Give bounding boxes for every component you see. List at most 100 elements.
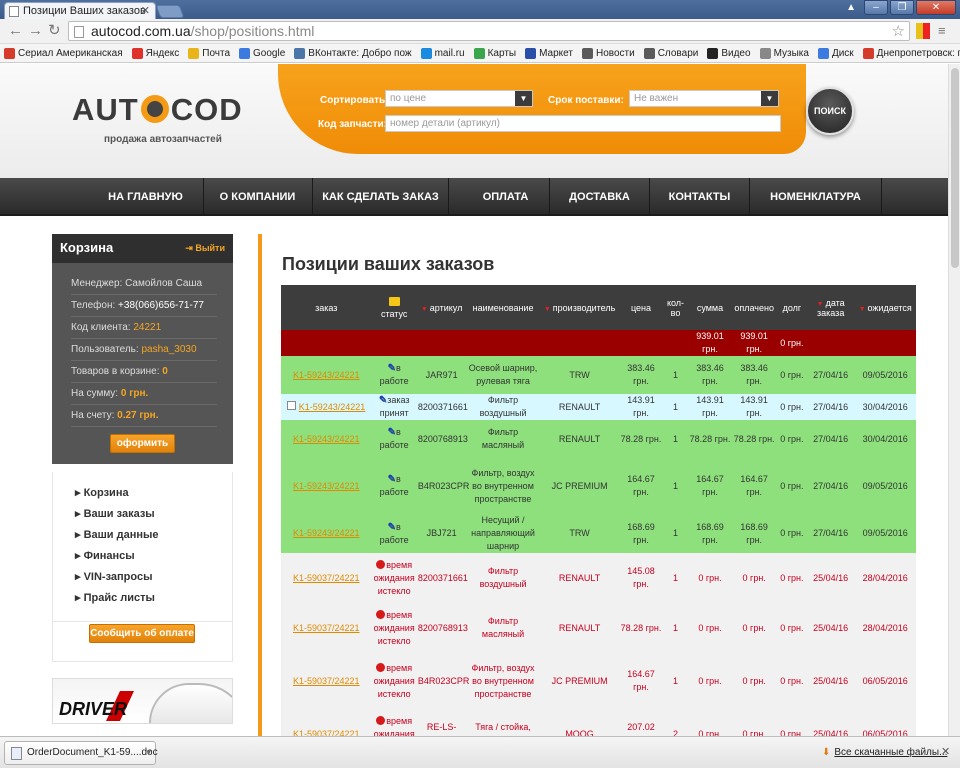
bookmark-star-icon[interactable]: ☆: [892, 22, 905, 40]
scrollbar-thumb[interactable]: [951, 68, 959, 268]
cell-expected: 30/04/2016: [854, 420, 916, 458]
menu-icon[interactable]: ≡: [938, 23, 946, 38]
bookmark-item[interactable]: Музыка: [759, 47, 809, 59]
order-link[interactable]: K1-59037/24221: [293, 573, 360, 583]
cell-paid: 0 грн.: [731, 603, 777, 653]
menu-item[interactable]: О КОМПАНИИ: [203, 178, 313, 216]
site-logo[interactable]: AUT COD: [72, 92, 243, 128]
bookmark-item[interactable]: mail.ru: [420, 47, 465, 59]
car-image: [149, 683, 232, 723]
menu-item[interactable]: НОМЕНКЛАТУРА: [750, 178, 882, 216]
column-header[interactable]: ▼ производитель: [539, 285, 620, 330]
sidebar-link[interactable]: Финансы: [75, 549, 135, 562]
sidebar-link[interactable]: Ваши заказы: [75, 507, 155, 520]
checkout-button[interactable]: оформить: [110, 434, 175, 453]
cell-status: ✎в работе: [371, 420, 417, 458]
column-header[interactable]: ▼ артикул: [416, 285, 467, 330]
total-cell: [371, 330, 417, 356]
browser-tab[interactable]: Позиции Ваших заказов ✕: [4, 2, 156, 19]
column-header[interactable]: ▼ ожидается: [854, 285, 916, 330]
cell-name: Фильтр воздушный: [466, 553, 540, 603]
sidebar-link[interactable]: VIN-запросы: [75, 570, 153, 583]
column-header[interactable]: кол-во: [662, 285, 689, 330]
menu-item[interactable]: ДОСТАВКА: [550, 178, 650, 216]
chevron-down-icon[interactable]: ▾: [146, 747, 151, 758]
close-window-button[interactable]: ✕: [916, 0, 956, 15]
cell-sum: 143.91 грн.: [688, 394, 732, 420]
sort-select[interactable]: по цене ▼: [385, 90, 533, 107]
table-row: K1-59243/24221 ✎заказ принят 8200371661 Фил…: [281, 394, 916, 420]
user-icon[interactable]: ▲: [846, 2, 856, 13]
sidebar-link[interactable]: Прайс листы: [75, 591, 155, 604]
url-field[interactable]: autocod.com.ua/shop/positions.html ☆: [68, 21, 910, 41]
cell-name: Фильтр масляный: [466, 603, 540, 653]
pencil-icon: ✎: [387, 427, 396, 438]
delivery-select[interactable]: Не важен ▼: [629, 90, 779, 107]
order-link[interactable]: K1-59243/24221: [293, 481, 360, 491]
all-downloads-link[interactable]: Все скачанные файлы...: [822, 747, 947, 758]
cell-name: Тяга / стойка, стабилизатор: [466, 709, 540, 736]
bookmark-item[interactable]: Видео: [707, 47, 751, 59]
column-header[interactable]: цена: [619, 285, 663, 330]
bookmark-item[interactable]: Почта: [188, 47, 230, 59]
new-tab-button[interactable]: [155, 5, 185, 18]
menu-item[interactable]: КОНТАКТЫ: [650, 178, 750, 216]
column-header[interactable]: ▼ дата заказа: [806, 285, 855, 330]
column-header[interactable]: наименование: [466, 285, 540, 330]
forward-arrow-icon[interactable]: →: [28, 23, 43, 38]
column-header[interactable]: сумма: [688, 285, 732, 330]
row-checkbox[interactable]: [287, 400, 297, 410]
maximize-button[interactable]: ❐: [890, 0, 914, 15]
promo-banner[interactable]: DRIVER: [52, 678, 233, 724]
bookmark-item[interactable]: Новости: [581, 47, 635, 59]
bookmark-item[interactable]: Диск: [817, 47, 854, 59]
bookmark-item[interactable]: Днепропетровск: горо: [862, 47, 960, 59]
sidebar-link[interactable]: Ваши данные: [75, 528, 159, 541]
close-tab-icon[interactable]: ✕: [141, 4, 150, 17]
part-code-input[interactable]: номер детали (артикул): [385, 115, 781, 132]
bookmark-item[interactable]: Google: [239, 47, 285, 59]
cell-price: 78.28 грн.: [619, 420, 663, 458]
menu-item[interactable]: ОПЛАТА: [462, 178, 550, 216]
bookmark-item[interactable]: ВКонтакте: Добро пож: [294, 47, 412, 59]
column-header[interactable]: заказ: [281, 285, 372, 330]
minimize-button[interactable]: –: [864, 0, 888, 15]
total-cell: [854, 330, 916, 356]
scrollbar[interactable]: [948, 64, 960, 736]
report-payment-button[interactable]: Сообщить об оплате: [89, 624, 195, 643]
search-button[interactable]: ПОИСК: [806, 87, 854, 135]
cell-sum: 0 грн.: [688, 553, 732, 603]
download-item[interactable]: OrderDocument_K1-59....doc ▾: [4, 741, 158, 765]
bookmark-item[interactable]: Яндекс: [131, 47, 179, 59]
bookmark-item[interactable]: Словари: [643, 47, 698, 59]
order-link[interactable]: K1-59243/24221: [293, 370, 360, 380]
order-link[interactable]: K1-59037/24221: [293, 729, 360, 737]
bookmark-item[interactable]: Маркет: [525, 47, 573, 59]
cell-maker: RENAULT: [539, 394, 620, 420]
bookmark-label: mail.ru: [434, 47, 465, 59]
logout-link[interactable]: ⇥ Выйти: [185, 243, 225, 254]
sidebar-link[interactable]: Корзина: [75, 486, 129, 499]
column-header[interactable]: статус: [371, 285, 417, 330]
column-header[interactable]: долг: [776, 285, 807, 330]
cell-date: 25/04/16: [806, 553, 855, 603]
column-label: наименование: [472, 302, 534, 313]
order-link[interactable]: K1-59243/24221: [299, 402, 366, 412]
order-link[interactable]: K1-59243/24221: [293, 528, 360, 538]
order-link[interactable]: K1-59037/24221: [293, 676, 360, 686]
menu-item[interactable]: КАК СДЕЛАТЬ ЗАКАЗ: [313, 178, 449, 216]
order-link[interactable]: K1-59037/24221: [293, 623, 360, 633]
cell-paid: 0 грн.: [731, 709, 777, 736]
close-icon[interactable]: ✕: [941, 745, 950, 758]
cell-name: Фильтр, воздух во внутренном пространств…: [466, 653, 540, 709]
back-arrow-icon[interactable]: ←: [8, 23, 23, 38]
order-link[interactable]: K1-59243/24221: [293, 434, 360, 444]
phone-value: +38(066)656-71-77: [118, 300, 204, 311]
bookmark-item[interactable]: Сериал Американская: [4, 47, 123, 59]
reload-icon[interactable]: ↻: [48, 23, 61, 38]
menu-item[interactable]: НА ГЛАВНУЮ: [88, 178, 204, 216]
bookmark-item[interactable]: Карты: [473, 47, 516, 59]
column-header[interactable]: оплачено: [731, 285, 777, 330]
extension-icon[interactable]: [916, 23, 930, 39]
cell-price: 164.67 грн.: [619, 653, 663, 709]
